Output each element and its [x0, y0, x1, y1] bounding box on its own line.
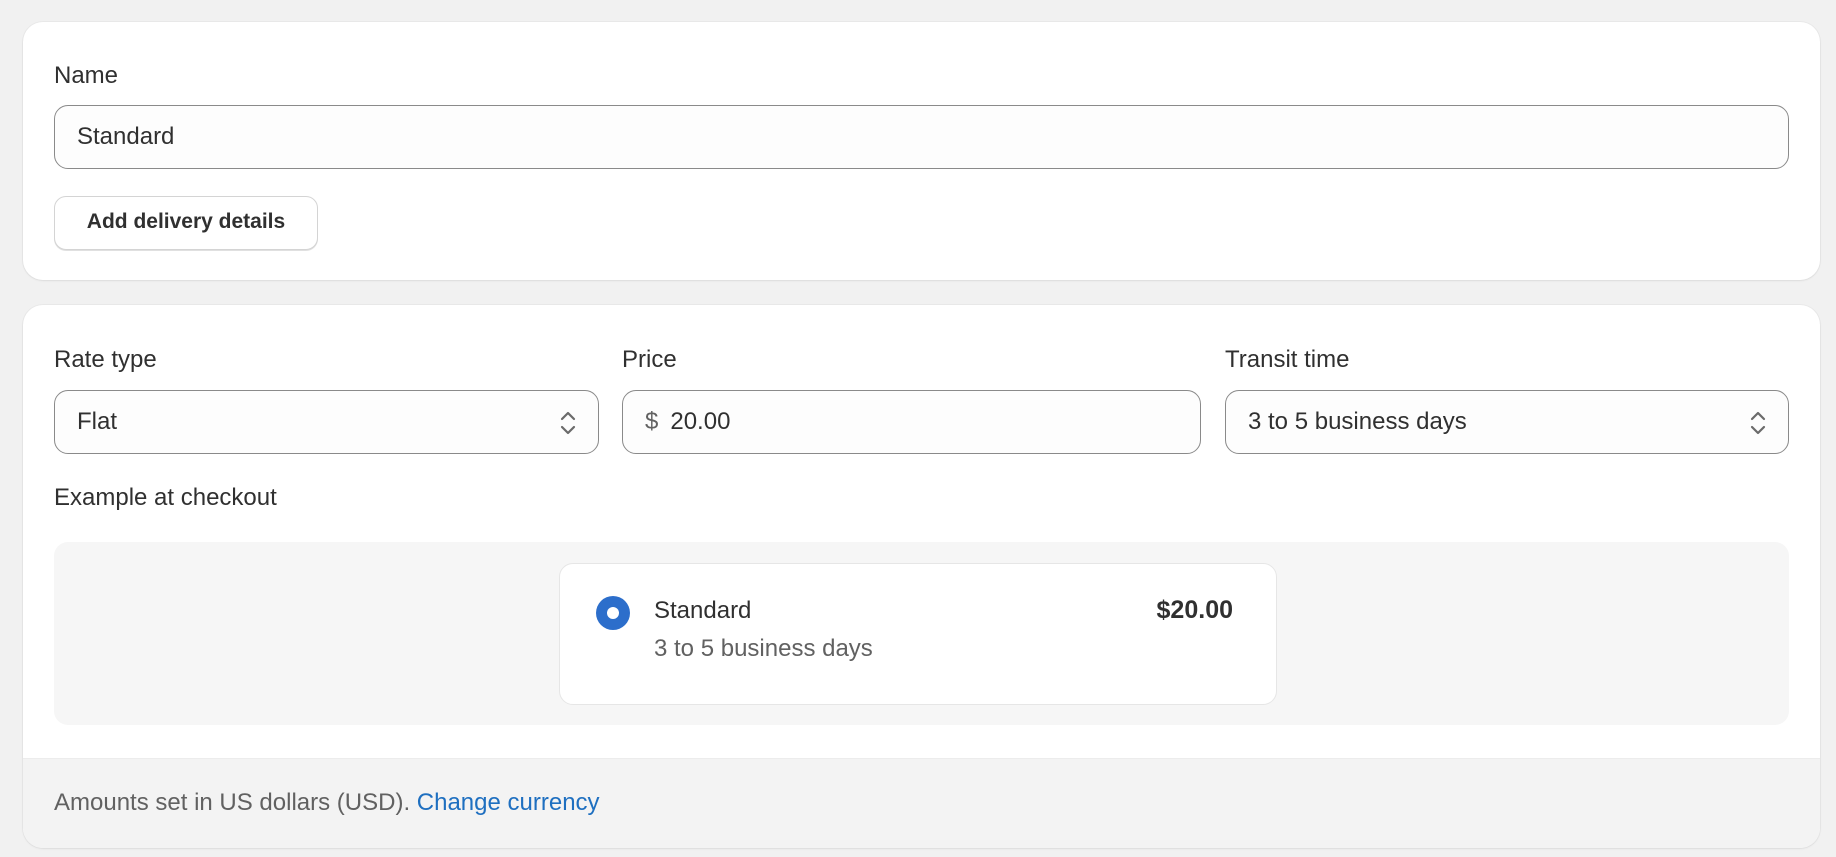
rate-type-label: Rate type [54, 346, 157, 373]
transit-time-select[interactable]: 3 to 5 business days [1225, 390, 1789, 454]
currency-note: Amounts set in US dollars (USD). [54, 789, 411, 816]
radio-selected-icon [596, 596, 630, 630]
chevron-up-down-icon [560, 411, 576, 435]
name-label: Name [54, 62, 119, 89]
transit-time-label: Transit time [1225, 346, 1350, 373]
chevron-up-down-icon [1750, 411, 1766, 435]
example-checkout-label: Example at checkout [54, 484, 277, 511]
add-delivery-details-button[interactable]: Add delivery details [54, 196, 318, 250]
currency-symbol: $ [645, 408, 659, 435]
footer-text-line: Amounts set in US dollars (USD). Change … [54, 791, 600, 815]
rate-type-value: Flat [77, 408, 118, 435]
preview-rate-name: Standard [654, 597, 752, 624]
price-label: Price [622, 346, 677, 373]
rate-card: Rate type Flat Price $ 20.00 Transit tim… [23, 305, 1820, 848]
preview-price: $20.00 [1156, 596, 1233, 624]
change-currency-link[interactable]: Change currency [417, 789, 600, 816]
name-input-value: Standard [77, 123, 175, 150]
currency-footer: Amounts set in US dollars (USD). Change … [23, 758, 1820, 848]
transit-time-value: 3 to 5 business days [1248, 408, 1467, 435]
price-value: 20.00 [670, 408, 731, 435]
name-card: Name Standard Add delivery details [23, 22, 1820, 280]
name-input[interactable]: Standard [54, 105, 1789, 169]
checkout-preview-card: Standard 3 to 5 business days $20.00 [559, 563, 1277, 705]
rate-type-select[interactable]: Flat [54, 390, 599, 454]
preview-transit: 3 to 5 business days [654, 635, 873, 662]
price-input[interactable]: $ 20.00 [622, 390, 1201, 454]
checkout-preview-area: Standard 3 to 5 business days $20.00 [54, 542, 1789, 725]
